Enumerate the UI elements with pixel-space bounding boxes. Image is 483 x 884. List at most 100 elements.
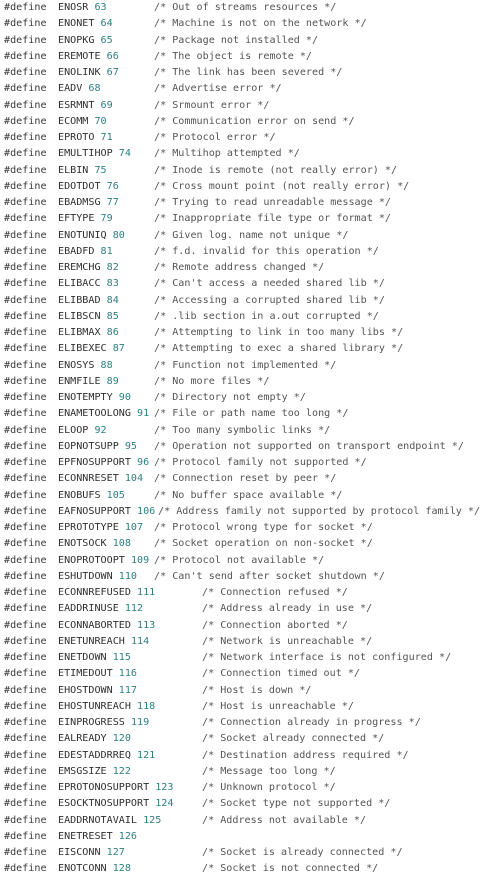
macro-value: 128 <box>112 863 131 875</box>
macro-name: EMSGSIZE 122 <box>58 765 131 777</box>
macro-value: 82 <box>106 262 119 273</box>
macro-name: EPROTOTYPE 107 <box>58 522 144 533</box>
macro-value: 116 <box>118 668 138 680</box>
macro-name: ENOSR 63 <box>58 2 107 13</box>
code-comment: /* .lib section in a.out corrupted */ <box>154 310 379 322</box>
define-keyword: #define <box>4 652 47 663</box>
macro-name: ENOLINK 67 <box>58 67 119 78</box>
macro-name: EADDRNOTAVAIL 125 <box>58 814 162 826</box>
define-keyword: #define <box>4 164 47 176</box>
macro-value: 71 <box>100 132 113 143</box>
macro-name: EREMOTE 66 <box>58 50 119 62</box>
define-keyword: #define <box>4 197 47 208</box>
macro-name: ELBIN 75 <box>58 164 107 176</box>
macro-name: EHOSTUNREACH 118 <box>58 700 156 712</box>
code-comment: /* Unknown protocol */ <box>202 782 336 793</box>
macro-name: ELIBSCN 85 <box>58 310 119 322</box>
macro-value: 90 <box>118 392 131 403</box>
macro-name: EALREADY 120 <box>58 733 131 745</box>
define-keyword: #define <box>4 505 47 517</box>
code-comment: /* Advertise error */ <box>154 83 282 95</box>
macro-value: 114 <box>130 635 150 647</box>
macro-value: 74 <box>118 148 131 160</box>
define-keyword: #define <box>4 830 47 842</box>
define-keyword: #define <box>4 635 47 647</box>
code-comment: /* Address already in use */ <box>202 603 373 615</box>
define-keyword: #define <box>4 765 47 777</box>
define-keyword: #define <box>4 603 47 615</box>
macro-name: ENOSYS 88 <box>58 359 113 371</box>
macro-value: 104 <box>124 473 144 485</box>
code-comment: /* Operation not supported on transport … <box>154 440 464 452</box>
macro-value: 109 <box>130 554 150 566</box>
macro-value: 113 <box>137 619 156 631</box>
macro-value: 110 <box>118 570 138 582</box>
code-comment: /* Protocol error */ <box>154 132 276 143</box>
code-comment: /* Out of streams resources */ <box>154 2 337 13</box>
macro-value: 118 <box>137 700 156 712</box>
code-comment: /* Directory not empty */ <box>154 392 306 403</box>
code-comment: /* Multihop attempted */ <box>154 148 300 160</box>
define-keyword: #define <box>4 473 47 485</box>
code-comment: /* Cross mount point (not really error) … <box>154 180 410 192</box>
macro-name: EFTYPE 79 <box>58 213 113 225</box>
code-comment: /* Connection aborted */ <box>202 619 348 631</box>
macro-name: ESRMNT 69 <box>58 99 113 111</box>
code-comment: /* Srmount error */ <box>154 99 270 111</box>
define-keyword: #define <box>4 83 47 95</box>
code-comment: /* Machine is not on the network */ <box>154 18 367 30</box>
define-keyword: #define <box>4 668 47 680</box>
define-keyword: #define <box>4 814 47 826</box>
code-comment: /* Protocol family not supported */ <box>154 457 367 468</box>
code-comment: /* Connection refused */ <box>202 587 348 598</box>
define-keyword: #define <box>4 538 47 550</box>
macro-value: 86 <box>106 327 119 338</box>
macro-name: ENONET 64 <box>58 18 113 30</box>
code-comment: /* Can't access a needed shared lib */ <box>154 278 385 290</box>
define-keyword: #define <box>4 18 47 30</box>
macro-name: ECONNRESET 104 <box>58 473 144 485</box>
macro-name: ENOTCONN 128 <box>58 863 131 875</box>
macro-name: EPFNOSUPPORT 96 <box>58 457 150 468</box>
macro-name: EDOTDOT 76 <box>58 180 119 192</box>
macro-name: EINPROGRESS 119 <box>58 717 150 728</box>
code-comment: /* Protocol not available */ <box>154 554 325 566</box>
macro-value: 95 <box>124 440 138 452</box>
code-comment: /* Attempting to exec a shared library *… <box>154 343 404 355</box>
define-keyword: #define <box>4 408 47 420</box>
macro-name: ELIBBAD 84 <box>58 294 119 306</box>
code-comment: /* f.d. invalid for this operation */ <box>154 245 379 257</box>
define-keyword: #define <box>4 67 47 78</box>
macro-value: 76 <box>106 180 119 192</box>
code-comment: /* Socket is not connected */ <box>202 863 379 875</box>
macro-value: 70 <box>94 115 107 127</box>
code-comment: /* Host is down */ <box>202 684 312 696</box>
code-comment: /* Protocol wrong type for socket */ <box>154 522 373 533</box>
macro-value: 126 <box>118 830 138 842</box>
macro-value: 122 <box>112 765 131 777</box>
define-keyword: #define <box>4 132 47 143</box>
define-keyword: #define <box>4 294 47 306</box>
macro-name: ESOCKTNOSUPPORT 124 <box>58 798 174 810</box>
macro-value: 119 <box>130 717 150 728</box>
macro-name: ENOPKG 65 <box>58 34 113 46</box>
macro-name: ELIBACC 83 <box>58 278 119 290</box>
macro-name: ENETUNREACH 114 <box>58 635 150 647</box>
macro-value: 107 <box>124 522 144 533</box>
define-keyword: #define <box>4 717 47 728</box>
macro-name: ENOTSOCK 108 <box>58 538 131 550</box>
define-keyword: #define <box>4 554 47 566</box>
macro-name: ENOTUNIQ 80 <box>58 229 125 241</box>
macro-value: 120 <box>112 733 131 745</box>
macro-value: 89 <box>106 375 119 387</box>
code-comment: /* Connection timed out */ <box>202 668 361 680</box>
macro-value: 69 <box>100 99 113 111</box>
define-keyword: #define <box>4 847 47 858</box>
macro-name: ENETRESET 126 <box>58 830 138 842</box>
macro-value: 105 <box>106 489 125 501</box>
code-comment: /* Function not implemented */ <box>154 359 337 371</box>
code-comment: /* Attempting to link in too many libs *… <box>154 327 404 338</box>
code-comment: /* The object is remote */ <box>154 50 313 62</box>
macro-name: EBADFD 81 <box>58 245 113 257</box>
define-keyword: #define <box>4 34 47 46</box>
